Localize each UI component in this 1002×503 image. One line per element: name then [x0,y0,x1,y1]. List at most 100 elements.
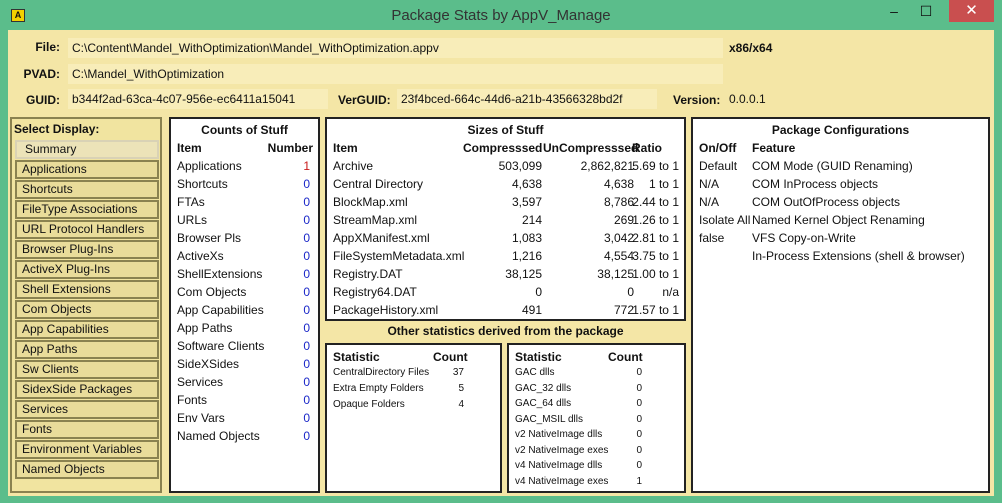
maximize-icon: ☐ [919,3,933,19]
sidebar-item-sidexside-packages[interactable]: SidexSide Packages [15,380,159,399]
close-button[interactable]: ✕ [949,0,994,22]
window-title: Package Stats by AppV_Manage [391,7,611,24]
counts-title: Counts of Stuff [201,123,288,137]
other-stats-right: Statistic Count GAC dlls 0 GAC_32 dlls 0 GAC… [507,343,686,493]
sidebar-item-fonts[interactable]: Fonts [15,420,159,439]
verguid-value: 23f4bced-664c-44d6-a21b-43566328bd2f [397,89,657,109]
config-feature: Named Kernel Object Renaming [752,213,925,227]
version-value: 0.0.0.1 [729,92,766,106]
count-item-label: FTAs [177,195,205,209]
pvad-path: C:\Mandel_WithOptimization [68,64,723,84]
count-item-value: 0 [303,357,310,371]
count-item-value: 0 [303,213,310,227]
size-item-label: Registry.DAT [333,267,403,281]
minimize-icon: – [890,3,898,19]
sidebar-item-applications[interactable]: Applications [15,160,159,179]
col-uncompressed: UnCompresssed [543,141,639,155]
sidebar-item-shell-extensions[interactable]: Shell Extensions [15,280,159,299]
size-item-label: FileSystemMetadata.xml [333,249,465,263]
col-item: Item [177,141,202,155]
stat-label: GAC_MSIL dlls [515,413,583,425]
other-stats-title: Other statistics derived from the packag… [387,324,624,338]
stat-label: Opaque Folders [333,399,405,410]
sidebar-item-environment-variables[interactable]: Environment Variables [15,440,159,459]
size-uncompressed: 0 [627,285,634,299]
select-display-sidebar: Select Display: Summary Applications Short… [10,117,162,493]
size-uncompressed: 4,638 [603,177,634,191]
sidebar-item-services[interactable]: Services [15,400,159,419]
stat-label: CentralDirectory Files [333,367,430,378]
config-feature: COM InProcess objects [752,177,879,191]
sidebar-item-named-objects[interactable]: Named Objects [15,460,159,479]
maximize-button[interactable]: ☐ [910,0,942,22]
col-statistic: Statistic [515,350,562,364]
stat-label: v4 NativeImage exes [515,475,609,487]
sidebar-item-app-paths[interactable]: App Paths [15,340,159,359]
config-feature: COM OutOfProcess objects [752,195,901,209]
count-item-value: 0 [303,195,310,209]
col-count: Count [433,350,468,364]
size-item-label: BlockMap.xml [333,195,408,209]
stat-count: 0 [636,382,642,394]
col-onoff: On/Off [699,141,737,155]
count-item-value: 0 [303,249,310,263]
count-item-value: 0 [303,393,310,407]
config-value: false [699,231,725,245]
size-uncompressed: 772 [613,303,634,317]
count-item-label: App Paths [177,321,233,335]
sidebar-item-url-protocol-handlers[interactable]: URL Protocol Handlers [15,220,159,239]
sidebar-item-browser-plug-ins[interactable]: Browser Plug-Ins [15,240,159,259]
size-ratio: 1.00 to 1 [632,267,679,281]
col-compressed: Compresssed [463,141,543,155]
sidebar-item-app-capabilities[interactable]: App Capabilities [15,320,159,339]
size-ratio: 1 to 1 [648,177,679,191]
size-compressed: 0 [535,285,542,299]
size-compressed: 1,083 [511,231,542,245]
count-item-label: Env Vars [177,411,225,425]
stat-count: 37 [452,367,464,378]
verguid-label: VerGUID: [338,93,391,107]
col-item: Item [333,141,358,155]
size-item-label: StreamMap.xml [333,213,418,227]
config-value: Default [699,159,738,173]
count-item-value: 0 [303,429,310,443]
sidebar-item-activex-plug-ins[interactable]: ActiveX Plug-Ins [15,260,159,279]
version-label: Version: [673,93,721,107]
count-item-value: 0 [303,177,310,191]
minimize-button[interactable]: – [878,0,910,22]
count-item-label: Shortcuts [177,177,228,191]
size-uncompressed: 4,554 [603,249,634,263]
sidebar-item-com-objects[interactable]: Com Objects [15,300,159,319]
stat-count: 0 [636,367,642,378]
size-compressed: 214 [521,213,542,227]
sidebar-item-summary[interactable]: Summary [15,140,159,159]
count-item-label: ActiveXs [177,249,224,263]
size-compressed: 503,099 [498,159,542,173]
stat-label: v2 NativeImage exes [515,444,609,456]
size-item-label: PackageHistory.xml [333,303,439,317]
stat-count: 5 [458,383,464,394]
count-item-value: 0 [303,303,310,317]
size-ratio: 5.69 to 1 [632,159,679,173]
count-item-label: Software Clients [177,339,265,353]
stat-count: 0 [636,398,642,409]
config-value: N/A [699,177,720,191]
sidebar-item-shortcuts[interactable]: Shortcuts [15,180,159,199]
stat-count: 4 [458,399,464,410]
col-statistic: Statistic [333,350,380,364]
config-title: Package Configurations [771,123,910,137]
sidebar-item-filetype-associations[interactable]: FileType Associations [15,200,159,219]
size-ratio: 1.57 to 1 [632,303,679,317]
guid-label: GUID: [26,93,60,107]
size-item-label: Registry64.DAT [333,285,417,299]
sidebar-item-sw-clients[interactable]: Sw Clients [15,360,159,379]
config-feature: COM Mode (GUID Renaming) [752,159,913,173]
count-item-label: ShellExtensions [177,267,263,281]
pvad-label: PVAD: [23,67,60,81]
title-bar[interactable]: A Package Stats by AppV_Manage – ☐ ✕ [0,0,1002,30]
size-compressed: 3,597 [511,195,542,209]
count-item-label: Com Objects [177,285,247,299]
file-path: C:\Content\Mandel_WithOptimization\Mande… [68,38,723,58]
count-item-value: 0 [303,267,310,281]
sidebar-title: Select Display: [14,122,100,136]
